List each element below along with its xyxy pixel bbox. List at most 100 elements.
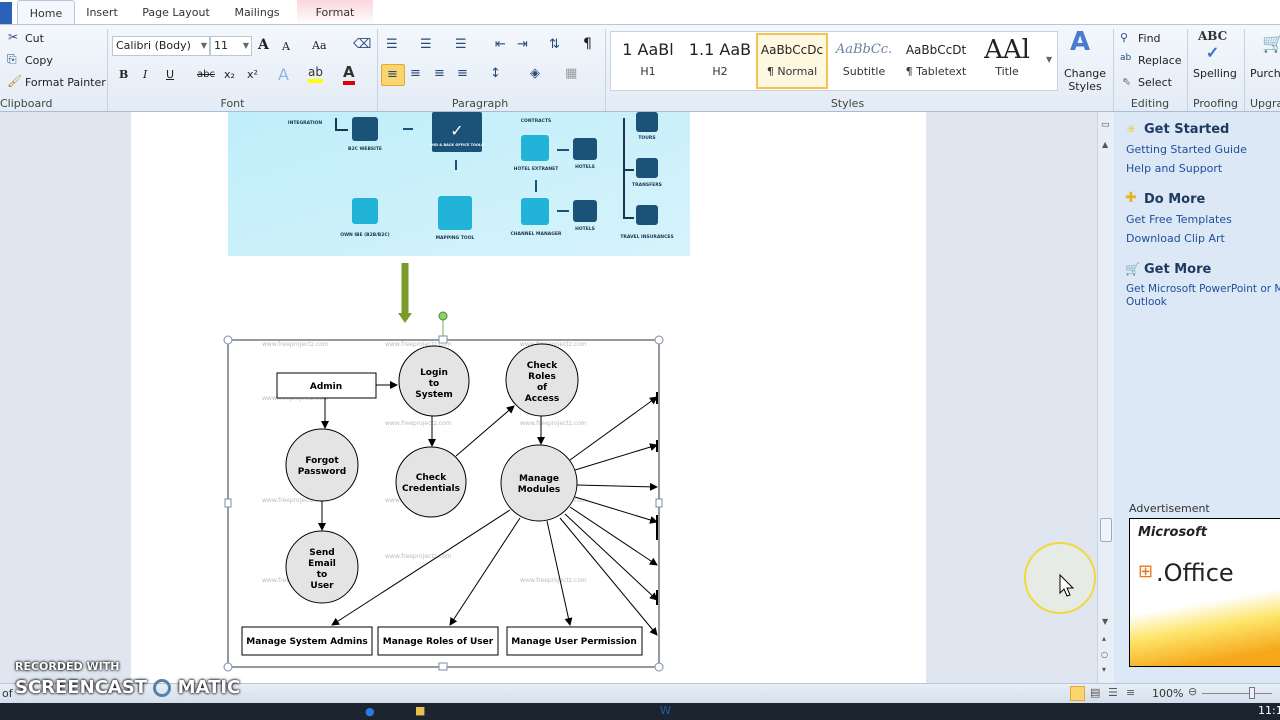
- numbering-icon[interactable]: ☰: [420, 37, 432, 52]
- shading-icon[interactable]: ◈: [530, 66, 540, 81]
- line-spacing-icon[interactable]: ↕: [490, 66, 501, 81]
- change-case-button[interactable]: Aa: [312, 39, 327, 52]
- paragraph-group-label: Paragraph: [451, 97, 509, 110]
- sort-icon[interactable]: ⇅: [549, 37, 560, 52]
- screencast-logo-icon: [153, 679, 172, 697]
- style-name: ¶ Tabletext: [905, 65, 967, 78]
- page-count: of: [2, 687, 13, 700]
- next-page-icon[interactable]: ▾: [1102, 665, 1106, 674]
- copy-button[interactable]: Copy: [25, 54, 53, 67]
- text-effects-icon[interactable]: A: [278, 65, 289, 84]
- gallery-more-icon[interactable]: ▼: [1046, 55, 1052, 64]
- decrease-indent-icon[interactable]: ⇤: [495, 37, 506, 52]
- previous-page-icon[interactable]: ▴: [1102, 634, 1106, 643]
- grow-font-button[interactable]: A: [258, 37, 269, 53]
- bold-button[interactable]: B: [119, 68, 128, 81]
- font-name-value: Calibri (Body): [116, 39, 191, 52]
- style-h2[interactable]: 1.1 AaB H2: [686, 35, 754, 87]
- scroll-down-icon[interactable]: ▼: [1102, 617, 1108, 626]
- ribbon: ✂ Cut ⎘ Copy 🖌 Format Painter Clipboard …: [0, 24, 1280, 112]
- folder-icon[interactable]: ■: [415, 704, 425, 717]
- document-page[interactable]: [131, 112, 926, 683]
- shrink-font-button[interactable]: A: [282, 40, 290, 53]
- word-taskbar-icon[interactable]: W: [660, 704, 671, 717]
- binoculars-icon: ⚲: [1120, 31, 1129, 44]
- browse-object-icon[interactable]: ○: [1101, 650, 1108, 659]
- style-preview: AaBbCc.: [835, 42, 893, 57]
- replace-button[interactable]: Replace: [1138, 54, 1182, 67]
- scissors-icon: ✂: [8, 30, 19, 44]
- zoom-slider-thumb[interactable]: [1249, 687, 1255, 699]
- borders-icon[interactable]: ▦: [565, 66, 577, 81]
- tab-format[interactable]: Format: [297, 0, 373, 25]
- underline-button[interactable]: U: [166, 68, 174, 81]
- multilevel-list-icon[interactable]: ☰: [455, 37, 467, 52]
- ruler-toggle-icon[interactable]: ▭: [1101, 120, 1110, 130]
- zoom-out-icon[interactable]: ⊖: [1188, 685, 1197, 698]
- cart-icon: 🛒: [1262, 33, 1280, 54]
- tab-mailings[interactable]: Mailings: [226, 0, 288, 25]
- justify-icon[interactable]: ≡: [457, 66, 468, 81]
- increase-indent-icon[interactable]: ⇥: [517, 37, 528, 52]
- office-ad[interactable]: Microsoft ⊞ .Office: [1129, 518, 1280, 667]
- format-painter-button[interactable]: Format Painter: [25, 76, 106, 89]
- style-title[interactable]: AAl Title: [973, 35, 1041, 87]
- change-styles-button[interactable]: Change Styles: [1063, 67, 1107, 93]
- style-normal[interactable]: AaBbCcDc ¶ Normal: [756, 33, 828, 89]
- scroll-thumb[interactable]: [1100, 518, 1112, 542]
- screencast-watermark: RECORDED WITH SCREENCAST MATIC: [15, 660, 240, 698]
- ribbon-tabs: Home Insert Page Layout Mailings Format: [0, 0, 1280, 25]
- font-color-icon[interactable]: A: [343, 63, 355, 85]
- vertical-scrollbar[interactable]: ▭ ▲ ▼ ▴ ○ ▾: [1097, 112, 1114, 683]
- outlook-link[interactable]: Outlook: [1126, 296, 1167, 308]
- help-support-link[interactable]: Help and Support: [1126, 162, 1222, 175]
- clear-formatting-icon[interactable]: ⌫: [353, 37, 371, 52]
- clipboard-group-label: Clipboard: [0, 97, 53, 110]
- document-area[interactable]: [0, 112, 1097, 683]
- tab-insert[interactable]: Insert: [80, 0, 124, 25]
- clip-art-link[interactable]: Download Clip Art: [1126, 232, 1225, 245]
- show-formatting-button[interactable]: ¶: [583, 36, 592, 52]
- tab-page-layout[interactable]: Page Layout: [138, 0, 214, 25]
- zoom-level[interactable]: 100%: [1152, 687, 1183, 700]
- style-preview: 1 AaBl: [622, 40, 674, 59]
- style-preview: AAl: [984, 35, 1030, 65]
- draft-view-icon[interactable]: ≡: [1126, 686, 1135, 699]
- task-pane: ✳ Get Started Getting Started Guide Help…: [1115, 112, 1280, 683]
- align-center-icon[interactable]: ≡: [410, 66, 421, 81]
- get-powerpoint-link[interactable]: Get Microsoft PowerPoint or Micr: [1126, 283, 1280, 295]
- find-button[interactable]: Find: [1138, 32, 1161, 45]
- align-left-button[interactable]: ≡: [381, 64, 405, 86]
- italic-button[interactable]: I: [143, 68, 147, 81]
- spelling-button[interactable]: Spelling: [1193, 67, 1237, 80]
- free-templates-link[interactable]: Get Free Templates: [1126, 213, 1232, 226]
- style-name: Subtitle: [842, 65, 886, 78]
- highlight-icon[interactable]: ab: [308, 65, 323, 83]
- subscript-button[interactable]: x₂: [224, 68, 235, 81]
- bullets-icon[interactable]: ☰: [386, 37, 398, 52]
- align-right-icon[interactable]: ≡: [434, 66, 445, 81]
- select-button[interactable]: Select: [1138, 76, 1172, 89]
- outline-view-icon[interactable]: ☰: [1108, 686, 1118, 699]
- purchase-button[interactable]: Purch: [1250, 67, 1280, 80]
- strikethrough-button[interactable]: abc: [197, 69, 215, 80]
- superscript-button[interactable]: x²: [247, 68, 258, 81]
- getting-started-link[interactable]: Getting Started Guide: [1126, 143, 1247, 156]
- full-screen-view-icon[interactable]: ▤: [1090, 686, 1100, 699]
- scroll-up-icon[interactable]: ▲: [1102, 140, 1108, 149]
- edge-icon[interactable]: ●: [365, 705, 375, 718]
- font-name-combo[interactable]: Calibri (Body) ▼: [112, 36, 210, 56]
- print-layout-button[interactable]: [1070, 686, 1085, 701]
- office-logo-icon: ⊞: [1138, 561, 1154, 582]
- file-button[interactable]: [0, 2, 12, 24]
- chevron-down-icon: ▼: [200, 41, 207, 50]
- font-size-combo[interactable]: 11 ▼: [210, 36, 252, 56]
- cut-button[interactable]: Cut: [25, 32, 44, 45]
- font-group-label: Font: [220, 97, 245, 110]
- style-h1[interactable]: 1 AaBl H1: [614, 35, 682, 87]
- zoom-slider[interactable]: [1202, 693, 1272, 694]
- watermark-line1: RECORDED WITH: [15, 660, 120, 673]
- style-subtitle[interactable]: AaBbCc. Subtitle: [830, 35, 898, 87]
- style-tabletext[interactable]: AaBbCcDt ¶ Tabletext: [902, 35, 970, 87]
- tab-home[interactable]: Home: [17, 0, 75, 25]
